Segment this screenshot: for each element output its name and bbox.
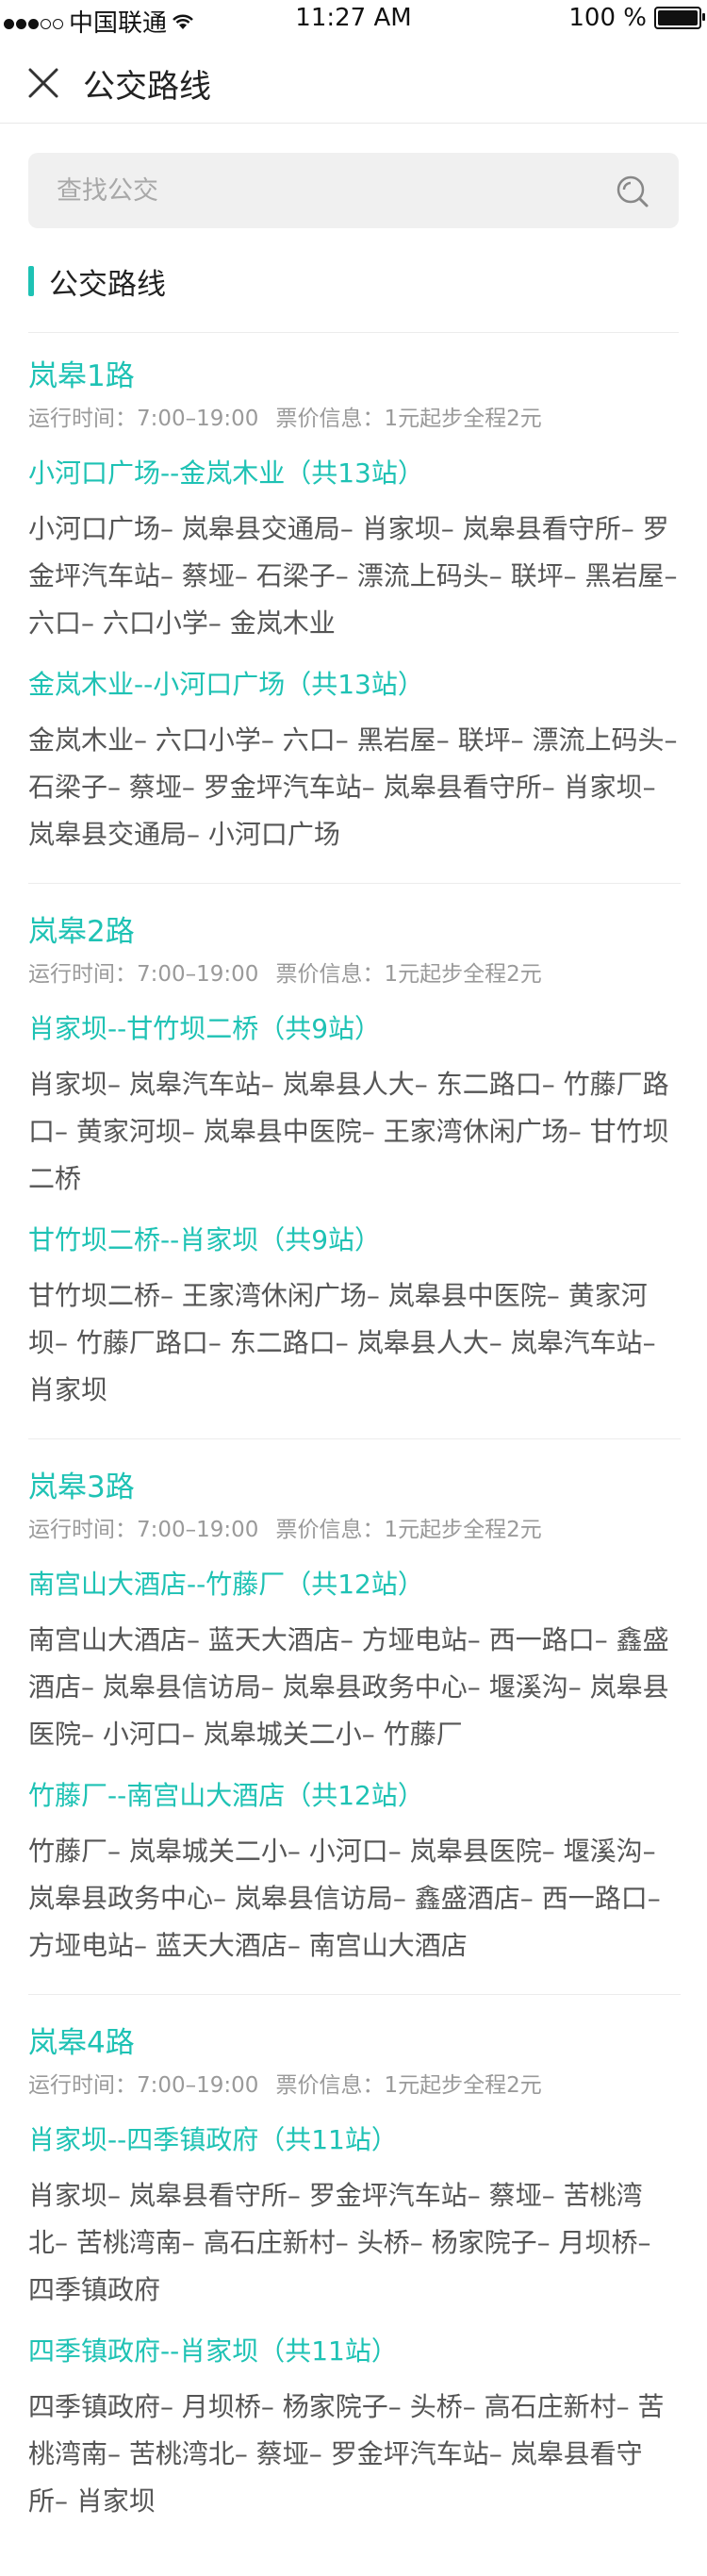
page-title: 公交路线 xyxy=(83,68,211,106)
direction-title[interactable]: 小河口广场--金岚木业（共13站） xyxy=(28,453,681,494)
route-name[interactable]: 岚皋2路 xyxy=(28,910,681,954)
direction-title[interactable]: 竹藤厂--南宫山大酒店（共12站） xyxy=(28,1775,681,1817)
search-input[interactable] xyxy=(57,153,603,228)
navbar: 公交路线 xyxy=(0,45,707,124)
route-name[interactable]: 岚皋4路 xyxy=(28,2021,681,2065)
direction-title[interactable]: 南宫山大酒店--竹藤厂（共12站） xyxy=(28,1564,681,1605)
direction-title[interactable]: 四季镇政府--肖家坝（共11站） xyxy=(28,2331,681,2372)
stop-list: 金岚木业– 六口小学– 六口– 黑岩屋– 联坪– 漂流上码头– 石梁子– 蔡垭–… xyxy=(28,724,678,850)
route-fare: 票价信息：1元起步全程2元 xyxy=(275,2073,542,2098)
route-card[interactable]: 岚皋1路 运行时间：7:00–19:00 票价信息：1元起步全程2元 小河口广场-… xyxy=(28,355,681,884)
status-bar: 中国联通 11:27 AM 100 % xyxy=(0,0,707,38)
route-name[interactable]: 岚皋3路 xyxy=(28,1466,681,1509)
route-fare: 票价信息：1元起步全程2元 xyxy=(275,962,542,987)
stop-list: 南宫山大酒店– 蓝天大酒店– 方垭电站– 西一路口– 鑫盛酒店– 岚皋县信访局–… xyxy=(28,1624,669,1750)
route-info: 运行时间：7:00–19:00 票价信息：1元起步全程2元 xyxy=(28,402,681,436)
route-info: 运行时间：7:00–19:00 票价信息：1元起步全程2元 xyxy=(28,1513,681,1547)
route-list: 岚皋1路 运行时间：7:00–19:00 票价信息：1元起步全程2元 小河口广场-… xyxy=(28,355,681,2576)
route-hours: 运行时间：7:00–19:00 xyxy=(28,2073,259,2098)
battery-group: 100 % xyxy=(568,4,705,32)
route-fare: 票价信息：1元起步全程2元 xyxy=(275,407,542,431)
route-hours: 运行时间：7:00–19:00 xyxy=(28,962,259,987)
route-card[interactable]: 岚皋4路 运行时间：7:00–19:00 票价信息：1元起步全程2元 肖家坝--四… xyxy=(28,2021,681,2550)
section-title: 公交路线 xyxy=(49,267,166,302)
stop-list: 肖家坝– 岚皋汽车站– 岚皋县人大– 东二路口– 竹藤厂路口– 黄家河坝– 岚皋… xyxy=(28,1069,669,1194)
stop-list: 小河口广场– 岚皋县交通局– 肖家坝– 岚皋县看守所– 罗金坪汽车站– 蔡垭– … xyxy=(28,513,678,639)
stop-list: 竹藤厂– 岚皋城关二小– 小河口– 岚皋县医院– 堰溪沟– 岚皋县政务中心– 岚… xyxy=(28,1836,661,1961)
direction-title[interactable]: 金岚木业--小河口广场（共13站） xyxy=(28,664,681,706)
route-hours: 运行时间：7:00–19:00 xyxy=(28,1518,259,1542)
direction-title[interactable]: 肖家坝--四季镇政府（共11站） xyxy=(28,2119,681,2161)
direction-title[interactable]: 甘竹坝二桥--肖家坝（共9站） xyxy=(28,1220,681,1261)
close-icon[interactable] xyxy=(25,64,62,102)
stop-list: 四季镇政府– 月坝桥– 杨家院子– 头桥– 高石庄新村– 苦桃湾南– 苦桃湾北–… xyxy=(28,2391,665,2517)
search-box[interactable] xyxy=(28,153,679,228)
route-info: 运行时间：7:00–19:00 票价信息：1元起步全程2元 xyxy=(28,957,681,991)
battery-icon xyxy=(654,7,705,29)
route-fare: 票价信息：1元起步全程2元 xyxy=(275,1518,542,1542)
route-card[interactable]: 岚皋2路 运行时间：7:00–19:00 票价信息：1元起步全程2元 肖家坝--甘… xyxy=(28,910,681,1439)
stop-list: 肖家坝– 岚皋县看守所– 罗金坪汽车站– 蔡垭– 苦桃湾北– 苦桃湾南– 高石庄… xyxy=(28,2180,651,2305)
route-name[interactable]: 岚皋1路 xyxy=(28,355,681,398)
stop-list: 甘竹坝二桥– 王家湾休闲广场– 岚皋县中医院– 黄家河坝– 竹藤厂路口– 东二路… xyxy=(28,1280,656,1405)
direction-title[interactable]: 肖家坝--甘竹坝二桥（共9站） xyxy=(28,1008,681,1050)
route-card[interactable]: 岚皋3路 运行时间：7:00–19:00 票价信息：1元起步全程2元 南宫山大酒店… xyxy=(28,1466,681,1995)
route-hours: 运行时间：7:00–19:00 xyxy=(28,407,259,431)
battery-label: 100 % xyxy=(568,4,647,32)
section-header: 公交路线 xyxy=(28,262,166,302)
search-icon[interactable] xyxy=(615,174,650,209)
section-accent-bar xyxy=(28,266,34,296)
divider xyxy=(28,332,679,333)
route-info: 运行时间：7:00–19:00 票价信息：1元起步全程2元 xyxy=(28,2069,681,2102)
